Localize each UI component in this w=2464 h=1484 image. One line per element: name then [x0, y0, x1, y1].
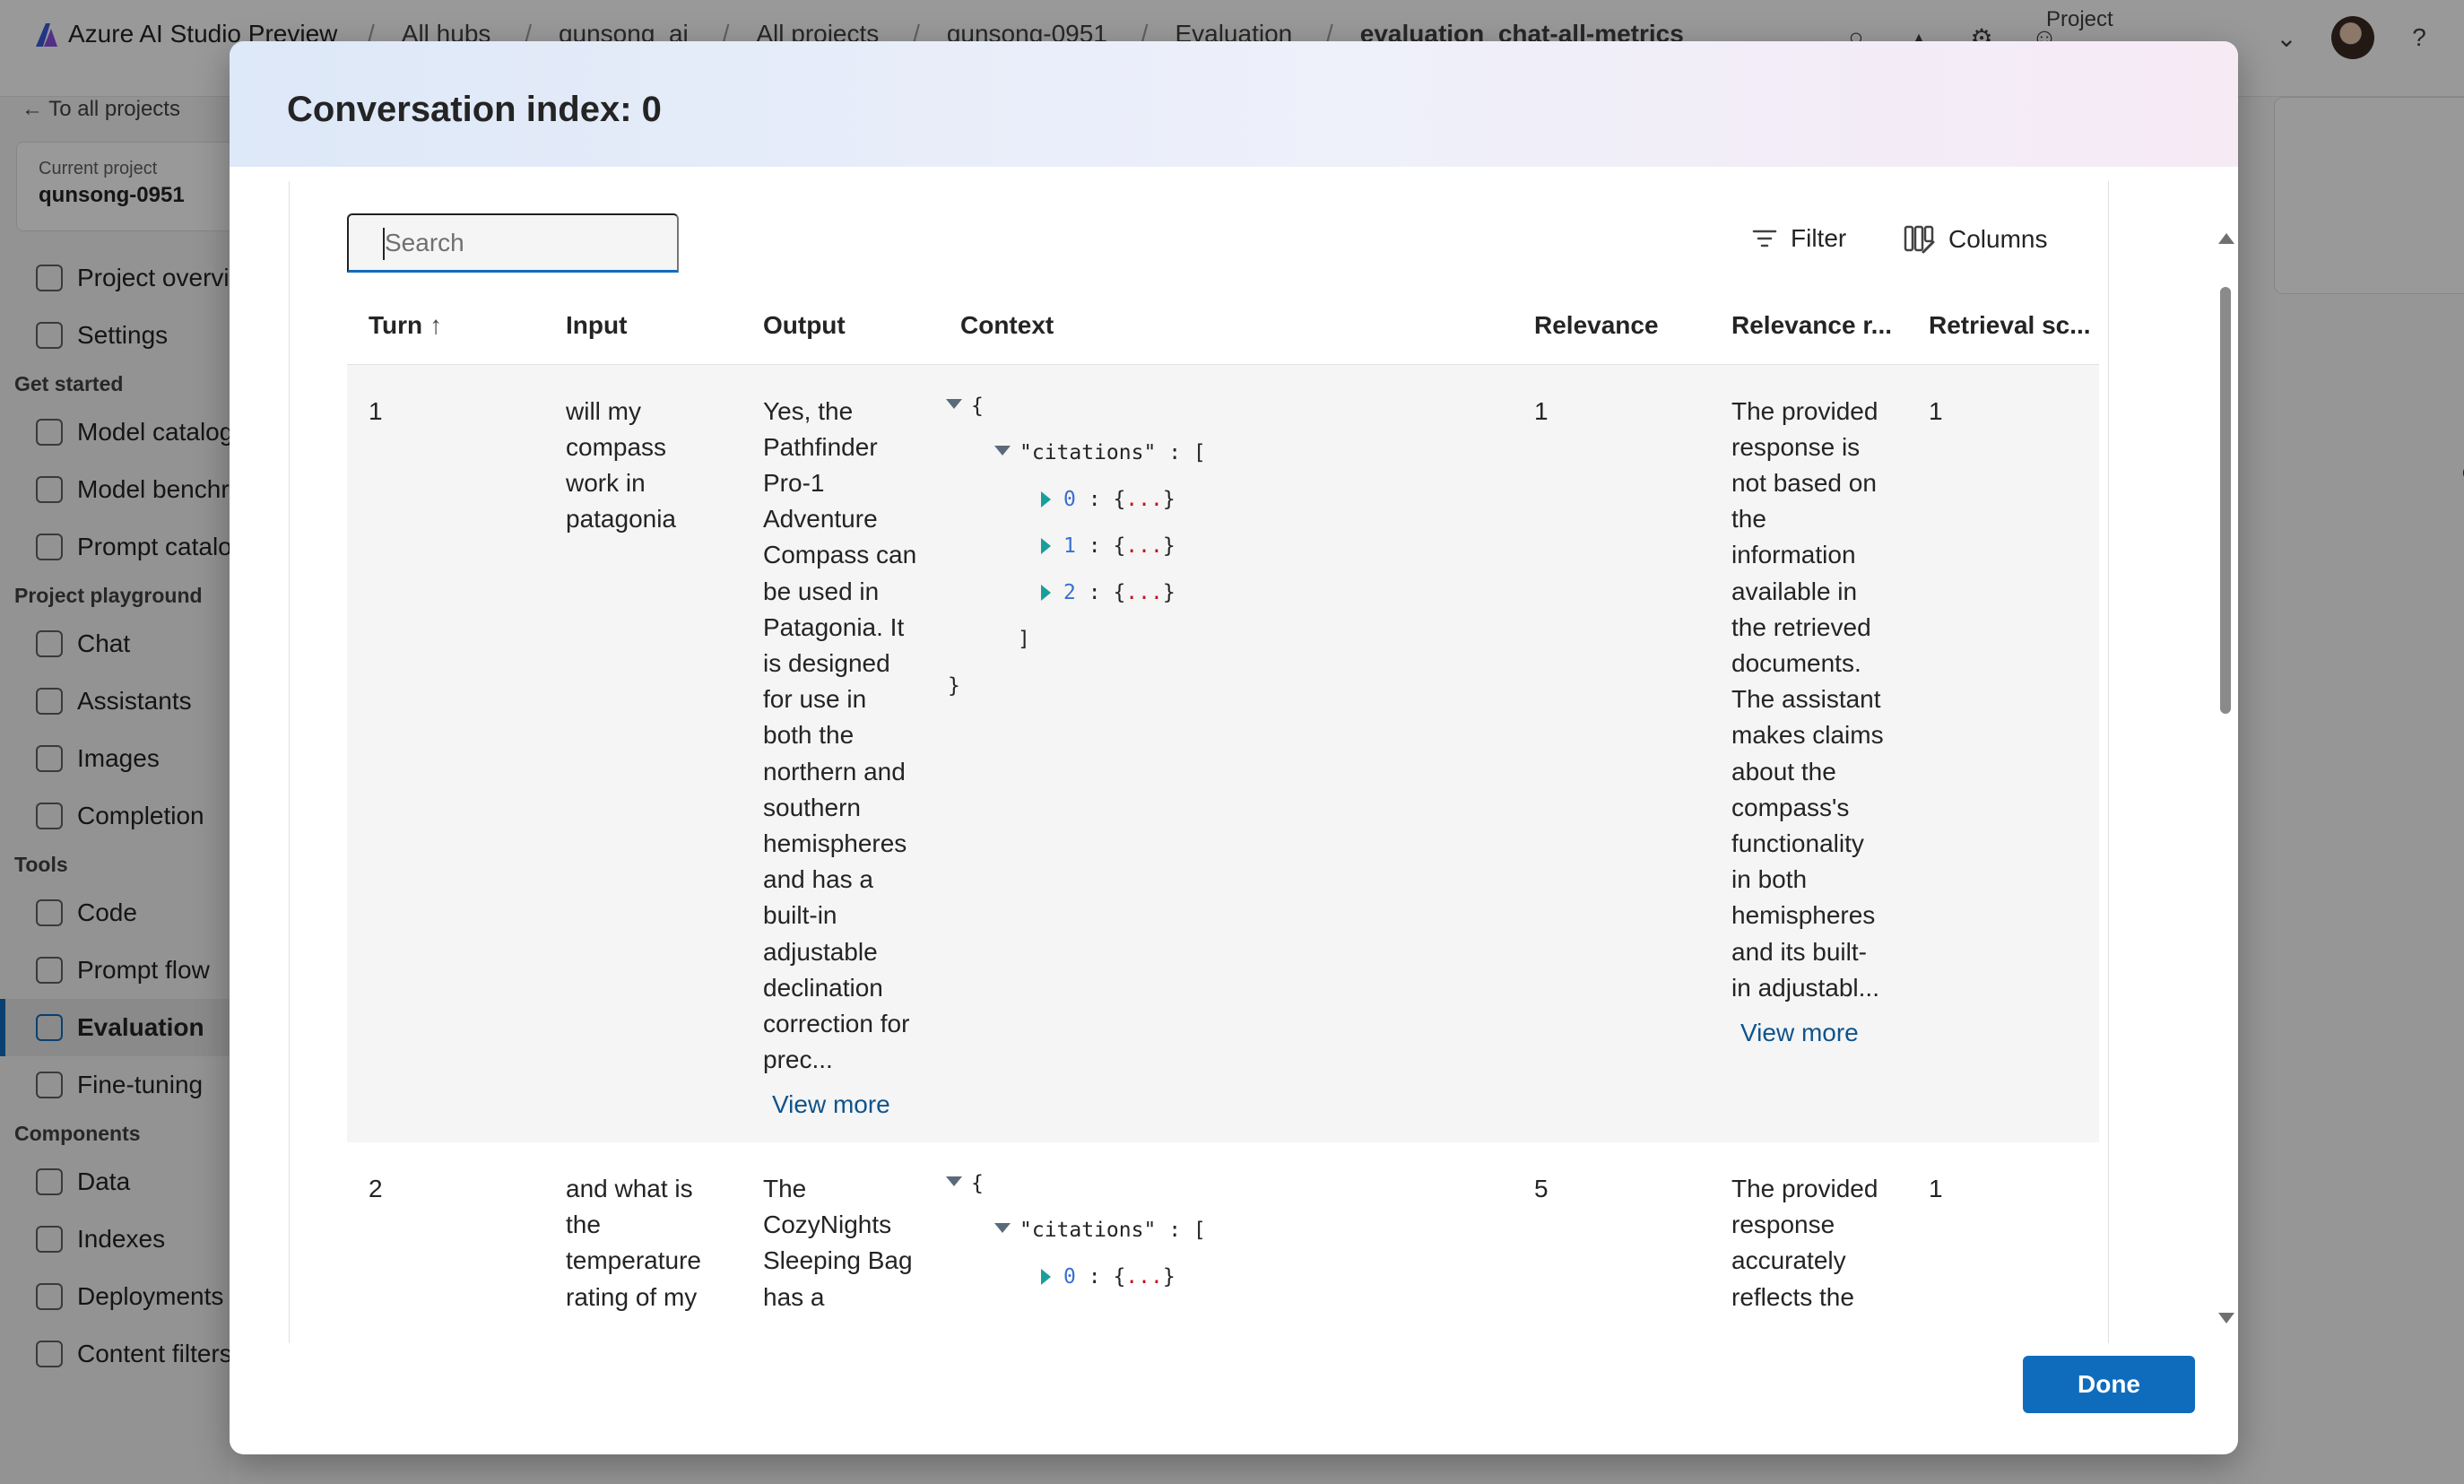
json-line: "citations" : [ [946, 1207, 1491, 1254]
cell-turn: 2 [347, 1142, 544, 1333]
expand-icon[interactable] [1041, 490, 1051, 508]
column-header-output[interactable]: Output [742, 287, 939, 365]
json-brace: { [1113, 580, 1126, 604]
conversation-table: Turn ↑ Input Output Context Relevance Rel… [347, 287, 2099, 1333]
json-ellipsis: ... [1125, 534, 1163, 558]
cell-input: will my compass work in patagonia [544, 364, 742, 1142]
json-brace: { [971, 394, 984, 418]
json-colon: : [1088, 580, 1101, 604]
json-brace: } [1162, 534, 1176, 558]
column-header-relevance-reason[interactable]: Relevance r... [1710, 287, 1907, 365]
conversation-dialog: Conversation index: 0 Filter Columns [230, 41, 2238, 1454]
json-brace: } [1162, 1265, 1176, 1289]
cell-relevance-reason: The provided response accurately reflect… [1710, 1142, 1907, 1333]
cell-retrieval-score: 1 [1907, 364, 2099, 1142]
filter-button[interactable]: Filter [1751, 224, 1846, 253]
table-row: 1 will my compass work in patagonia Yes,… [347, 364, 2099, 1142]
dialog-title: Conversation index: 0 [287, 90, 662, 129]
done-button[interactable]: Done [2023, 1356, 2195, 1413]
json-ellipsis: ... [1125, 580, 1163, 604]
output-text: Yes, the Pathfinder Pro-1 Adventure Comp… [763, 396, 917, 1074]
relevance-reason-text: The provided response is not based on th… [1731, 396, 1884, 1002]
text-caret [383, 228, 385, 260]
cell-relevance: 1 [1513, 364, 1710, 1142]
column-header-label: Turn [369, 310, 423, 339]
json-brace: { [1113, 487, 1126, 511]
json-index: 1 [1063, 534, 1076, 558]
scroll-up-icon[interactable] [2218, 233, 2234, 244]
columns-icon [1904, 225, 1935, 254]
column-header-context[interactable]: Context [939, 287, 1513, 365]
column-header-retrieval-score[interactable]: Retrieval sc... [1907, 287, 2099, 365]
json-brace: { [1113, 1265, 1126, 1289]
json-bracket: ] [1018, 627, 1030, 651]
view-more-link[interactable]: View more [763, 1087, 917, 1123]
cell-input: and what is the temperature rating of my [544, 1142, 742, 1333]
json-brace: } [1162, 580, 1176, 604]
expand-icon[interactable] [1041, 1269, 1051, 1285]
json-line: ] [946, 616, 1491, 663]
json-brace: } [1162, 487, 1176, 511]
json-line[interactable]: 1 : {...} [946, 523, 1491, 569]
cell-retrieval-score: 1 [1907, 1142, 2099, 1333]
json-brace: } [948, 673, 960, 698]
collapse-icon[interactable] [994, 1223, 1011, 1233]
json-line[interactable]: 2 : {...} [946, 569, 1491, 616]
column-header-relevance[interactable]: Relevance [1513, 287, 1710, 365]
json-brace: { [1113, 534, 1126, 558]
json-line[interactable]: 0 : {...} [946, 1254, 1491, 1300]
json-ellipsis: ... [1125, 1265, 1163, 1289]
scrollbar-thumb[interactable] [2220, 287, 2231, 714]
sort-ascending-icon: ↑ [429, 310, 443, 339]
columns-button[interactable]: Columns [1904, 224, 2047, 255]
filter-icon [1752, 230, 1777, 247]
table-header-row: Turn ↑ Input Output Context Relevance Rel… [347, 287, 2099, 365]
table-row: 2 and what is the temperature rating of … [347, 1142, 2099, 1333]
json-bracket: [ [1193, 1219, 1206, 1242]
cell-relevance: 5 [1513, 1142, 1710, 1333]
expand-icon[interactable] [1041, 537, 1051, 554]
json-colon: : [1088, 487, 1101, 511]
json-bracket: [ [1193, 440, 1206, 464]
expand-icon[interactable] [1041, 584, 1051, 601]
filter-label: Filter [1791, 224, 1847, 252]
json-line: { [946, 1160, 1491, 1207]
column-header-input[interactable]: Input [544, 287, 742, 365]
json-viewer: { "citations" : [ 0 : {...} 1 : {...} 2 … [946, 383, 1491, 709]
json-key: "citations" [1019, 1219, 1157, 1242]
dialog-header: Conversation index: 0 [230, 41, 2238, 167]
json-line: } [946, 663, 1491, 709]
json-colon: : [1168, 440, 1182, 464]
json-line[interactable]: 0 : {...} [946, 476, 1491, 523]
cell-context: { "citations" : [ 0 : {...} 1 : {...} 2 … [939, 364, 1513, 1142]
json-line: "citations" : [ [946, 430, 1491, 476]
collapse-icon[interactable] [946, 1176, 962, 1186]
json-colon: : [1168, 1219, 1182, 1242]
vertical-scrollbar[interactable] [2218, 194, 2234, 1323]
json-viewer: { "citations" : [ 0 : {...} [946, 1160, 1491, 1300]
json-index: 0 [1063, 487, 1076, 511]
column-header-turn[interactable]: Turn ↑ [347, 287, 544, 365]
json-colon: : [1088, 534, 1101, 558]
scroll-down-icon[interactable] [2218, 1313, 2234, 1323]
json-brace: { [971, 1172, 984, 1195]
view-more-link[interactable]: View more [1731, 1015, 1886, 1051]
cell-turn: 1 [347, 364, 544, 1142]
search-input[interactable] [347, 213, 679, 273]
json-index: 2 [1063, 580, 1076, 604]
json-colon: : [1088, 1265, 1101, 1289]
collapse-icon[interactable] [946, 398, 962, 409]
collapse-icon[interactable] [994, 445, 1011, 456]
cell-relevance-reason: The provided response is not based on th… [1710, 364, 1907, 1142]
json-ellipsis: ... [1125, 487, 1163, 511]
columns-label: Columns [1948, 225, 2048, 253]
cell-context: { "citations" : [ 0 : {...} [939, 1142, 1513, 1333]
json-key: "citations" [1019, 440, 1157, 464]
cell-output: Yes, the Pathfinder Pro-1 Adventure Comp… [742, 364, 939, 1142]
cell-output: The CozyNights Sleeping Bag has a [742, 1142, 939, 1333]
json-line: { [946, 383, 1491, 430]
dialog-body: Filter Columns Turn↑ Input Output Contex… [289, 181, 2109, 1343]
json-index: 0 [1063, 1265, 1076, 1289]
